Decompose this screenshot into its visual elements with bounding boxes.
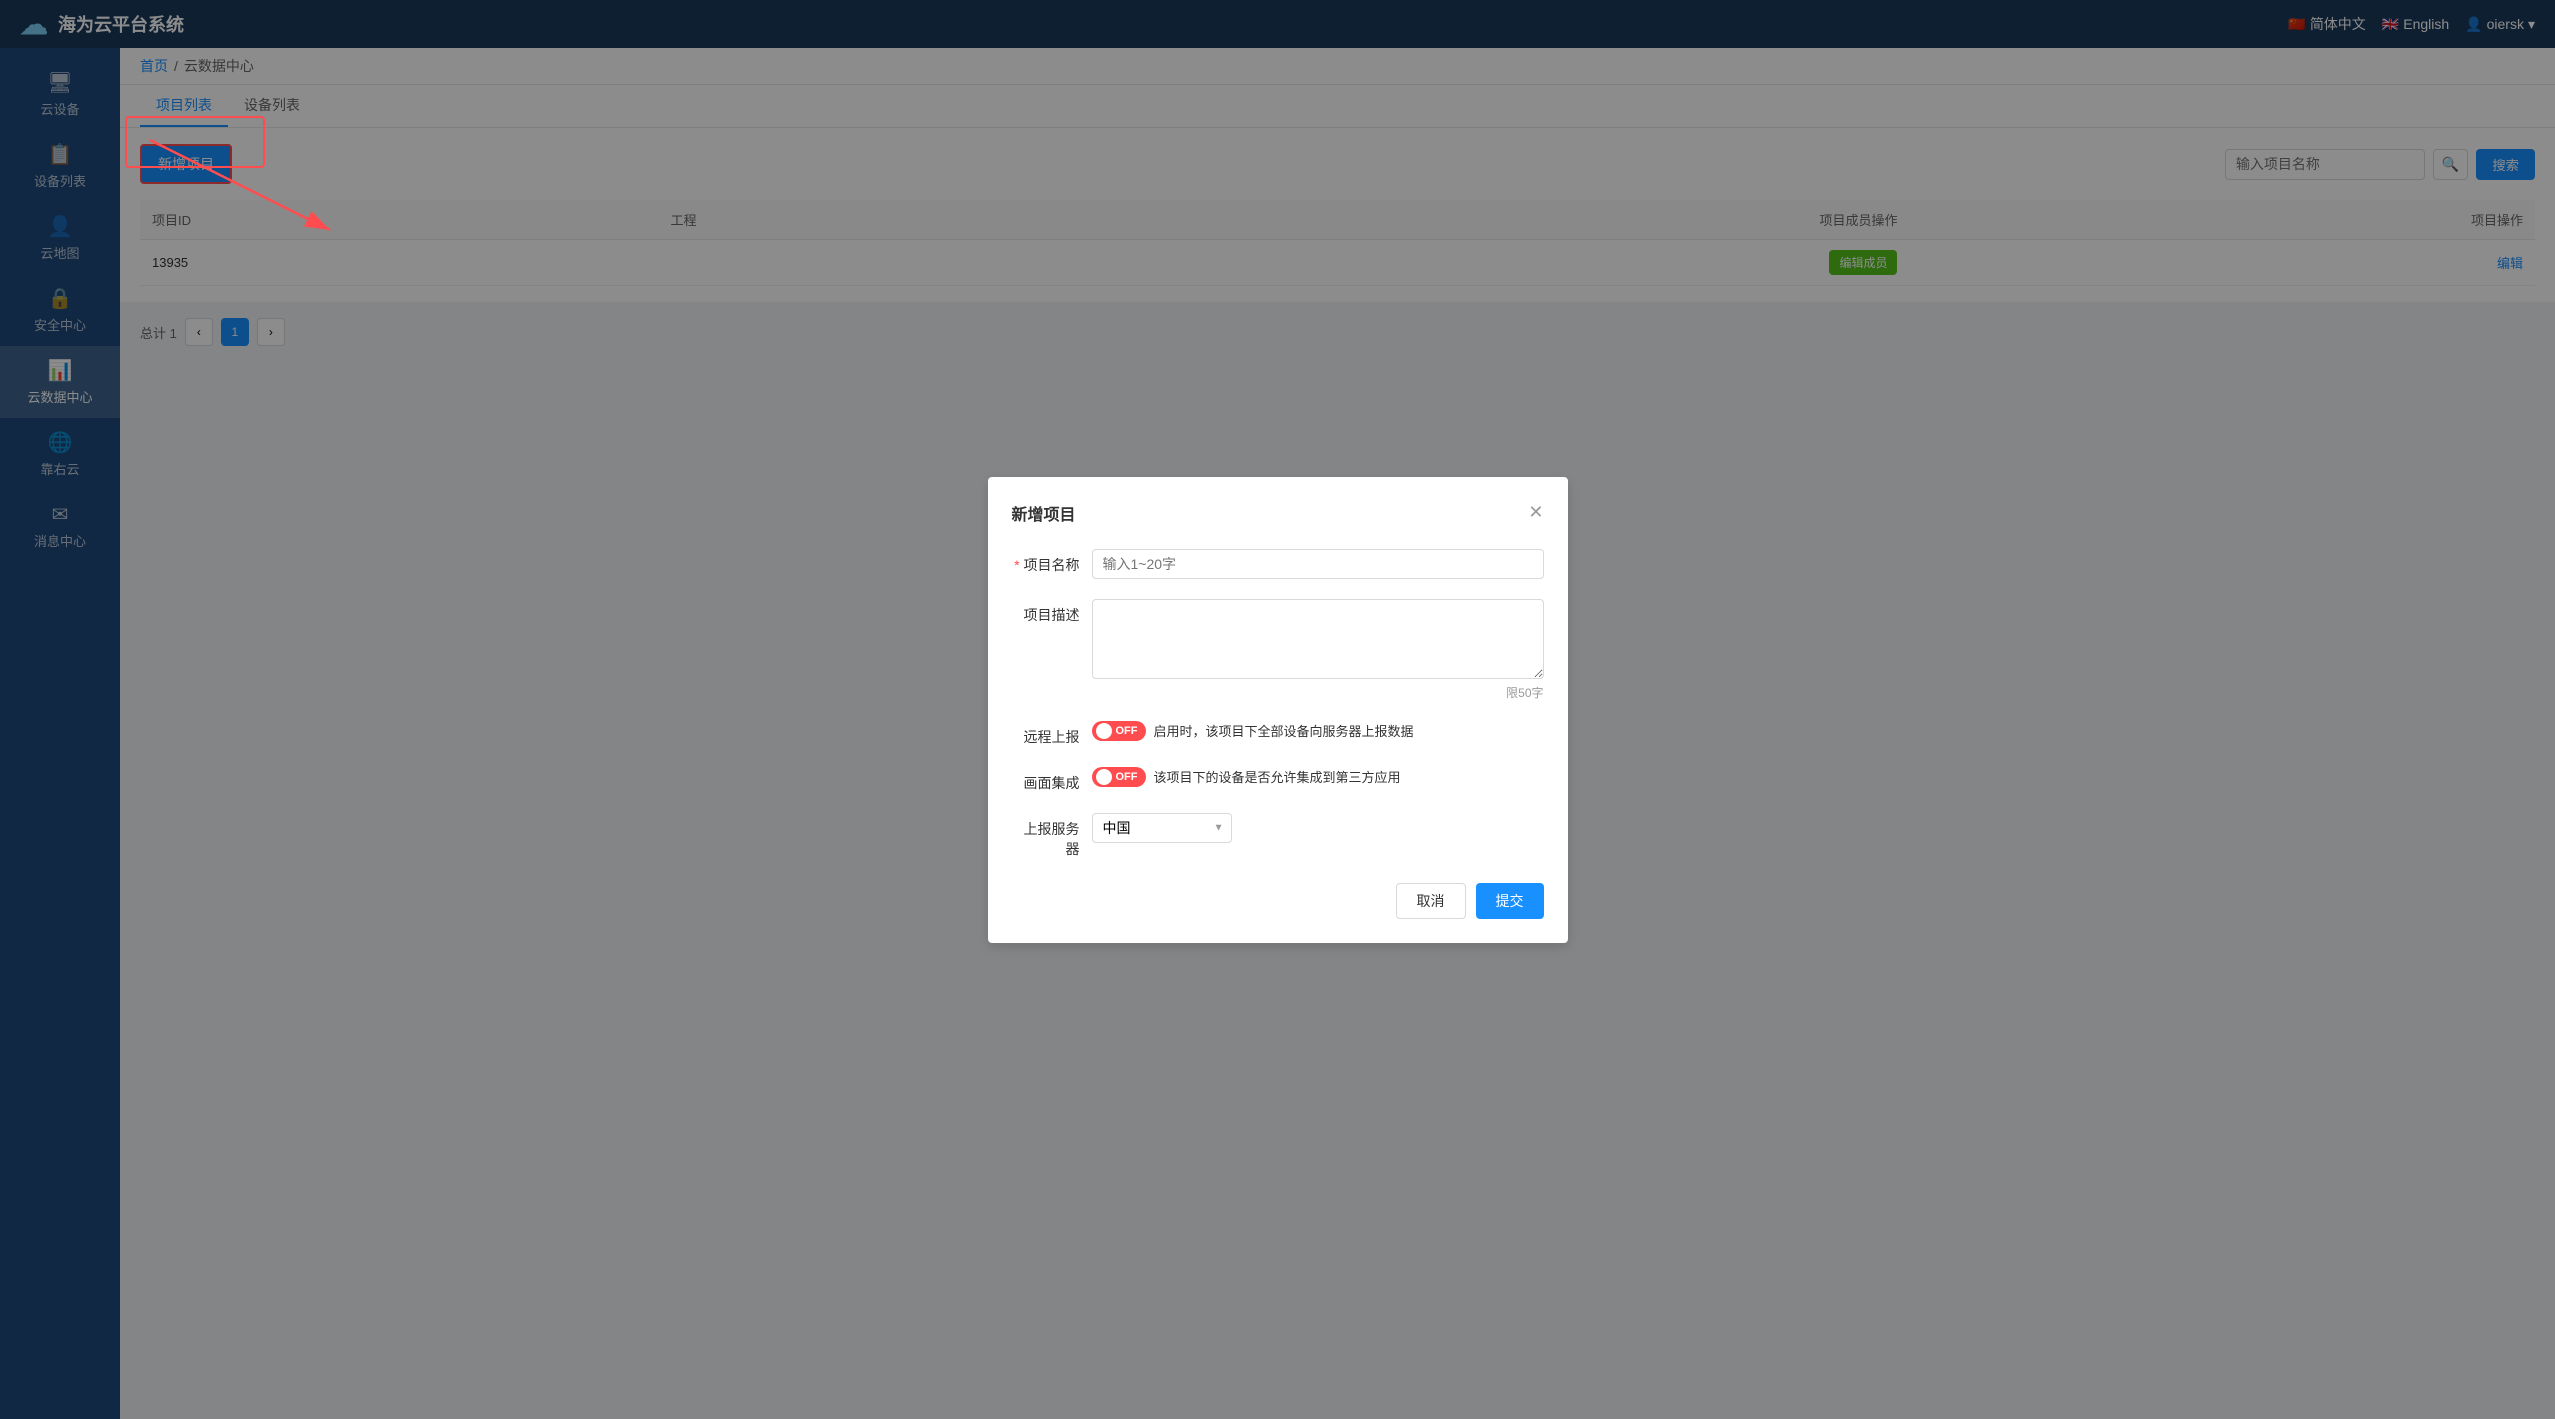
screen-control: OFF 该项目下的设备是否允许集成到第三方应用 — [1092, 767, 1544, 787]
server-control: 中国 — [1092, 813, 1544, 843]
remote-label: 远程上报 — [1012, 721, 1092, 747]
server-label: 上报服务器 — [1012, 813, 1092, 859]
screen-toggle-circle — [1096, 769, 1112, 785]
submit-button[interactable]: 提交 — [1476, 883, 1544, 919]
remote-toggle-text: OFF — [1116, 725, 1138, 737]
screen-label: 画面集成 — [1012, 767, 1092, 793]
modal-footer: 取消 提交 — [1012, 883, 1544, 919]
remote-toggle-desc: 启用时，该项目下全部设备向服务器上报数据 — [1154, 721, 1414, 740]
char-limit: 限50字 — [1092, 684, 1544, 701]
add-project-modal: 新增项目 ✕ 项目名称 项目描述 限50字 远程上报 — [988, 477, 1568, 943]
toggle-circle — [1096, 723, 1112, 739]
project-desc-textarea[interactable] — [1092, 599, 1544, 679]
remote-toggle-row: OFF 启用时，该项目下全部设备向服务器上报数据 — [1092, 721, 1544, 741]
modal-header: 新增项目 ✕ — [1012, 501, 1544, 525]
modal-overlay: 新增项目 ✕ 项目名称 项目描述 限50字 远程上报 — [0, 0, 2555, 1419]
modal-title: 新增项目 — [1012, 501, 1076, 525]
desc-label: 项目描述 — [1012, 599, 1092, 625]
form-row-desc: 项目描述 限50字 — [1012, 599, 1544, 701]
server-select-wrapper: 中国 — [1092, 813, 1232, 843]
screen-toggle-desc: 该项目下的设备是否允许集成到第三方应用 — [1154, 767, 1401, 786]
server-select[interactable]: 中国 — [1092, 813, 1232, 843]
name-label: 项目名称 — [1012, 549, 1092, 575]
project-name-input[interactable] — [1092, 549, 1544, 579]
screen-toggle[interactable]: OFF — [1092, 767, 1146, 787]
remote-control: OFF 启用时，该项目下全部设备向服务器上报数据 — [1092, 721, 1544, 741]
remote-toggle[interactable]: OFF — [1092, 721, 1146, 741]
screen-toggle-text: OFF — [1116, 771, 1138, 783]
form-row-server: 上报服务器 中国 — [1012, 813, 1544, 859]
form-row-remote: 远程上报 OFF 启用时，该项目下全部设备向服务器上报数据 — [1012, 721, 1544, 747]
name-control — [1092, 549, 1544, 579]
screen-toggle-row: OFF 该项目下的设备是否允许集成到第三方应用 — [1092, 767, 1544, 787]
desc-control: 限50字 — [1092, 599, 1544, 701]
modal-close-button[interactable]: ✕ — [1528, 502, 1543, 523]
cancel-button[interactable]: 取消 — [1396, 883, 1466, 919]
form-row-name: 项目名称 — [1012, 549, 1544, 579]
form-row-screen: 画面集成 OFF 该项目下的设备是否允许集成到第三方应用 — [1012, 767, 1544, 793]
